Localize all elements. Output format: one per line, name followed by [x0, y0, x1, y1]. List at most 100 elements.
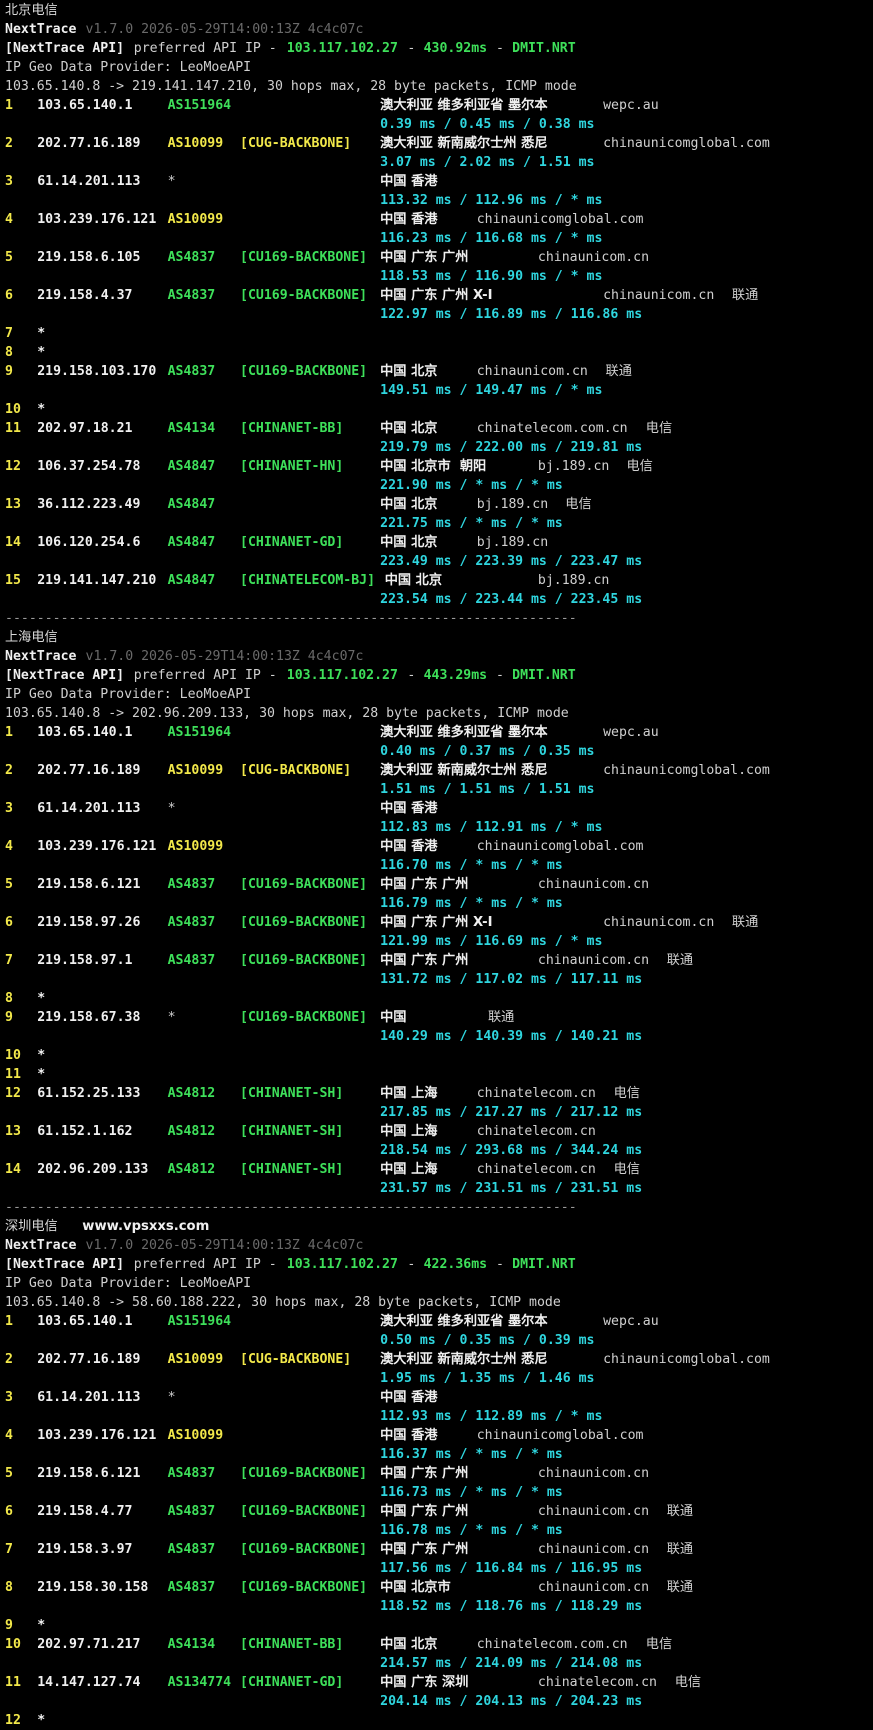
hop-domain: bj.189.cn: [537, 459, 610, 474]
hop-number: 5: [5, 877, 13, 892]
hop-rtt: 0.39 ms / 0.45 ms / 0.38 ms: [380, 117, 595, 132]
hop-row: 12 *: [5, 1711, 873, 1730]
hop-tag: [CU169-BACKBONE]: [240, 953, 368, 968]
hop-domain: chinaunicomglobal.com: [603, 1352, 770, 1367]
hop-row: 6 219.158.97.26 AS4837 [CU169-BACKBONE] 中国 广…: [5, 913, 873, 932]
hop-row: 15 219.141.147.210 AS4847 [CHINATELECOM-BJ]…: [5, 571, 873, 590]
hop-domain: chinaunicomglobal.com: [476, 1428, 644, 1443]
hop-rtt: 0.40 ms / 0.37 ms / 0.35 ms: [380, 744, 595, 759]
app-version: v1.7.0 2026-05-29T14:00:13Z 4c4c07c: [85, 22, 364, 37]
hop-rtt: 1.51 ms / 1.51 ms / 1.51 ms: [380, 782, 595, 797]
hop-geo: 中国 广东 广州 X-I: [380, 915, 493, 930]
hop-domain: chinatelecom.cn: [476, 1124, 596, 1139]
hop-row: 12 106.37.254.78 AS4847 [CHINANET-HN] 中国 北京市…: [5, 457, 873, 476]
hop-row: 1 103.65.140.1 AS151964 澳大利亚 维多利亚省 墨尔本 wepc.…: [5, 1312, 873, 1331]
hop-tag: [CU169-BACKBONE]: [240, 1466, 368, 1481]
hop-rtt-row: 116.79 ms / * ms / * ms: [5, 894, 873, 913]
hop-rtt: 3.07 ms / 2.02 ms / 1.51 ms: [380, 155, 595, 170]
timeout-star: *: [37, 326, 46, 341]
hop-number: 9: [5, 1618, 13, 1633]
api-tag: [NextTrace API]: [5, 41, 125, 56]
route-info-line: 103.65.140.8 -> 219.141.147.210, 30 hops…: [5, 77, 873, 96]
hop-rtt: 116.37 ms / * ms / * ms: [380, 1447, 563, 1462]
hop-row: 3 61.14.201.113 * 中国 香港: [5, 1388, 873, 1407]
hop-asn: AS4837: [167, 953, 216, 968]
hop-domain: chinatelecom.cn: [476, 1162, 596, 1177]
version-line: NextTrace v1.7.0 2026-05-29T14:00:13Z 4c4…: [5, 20, 873, 39]
section-title: 上海电信: [5, 630, 58, 645]
api-line: [NextTrace API] preferred API IP - 103.11…: [5, 1255, 873, 1274]
route-info: 103.65.140.8 -> 58.60.188.222, 30 hops m…: [5, 1295, 561, 1310]
hop-geo: 中国 香港: [380, 1390, 438, 1405]
hop-rtt-row: 221.75 ms / * ms / * ms: [5, 514, 873, 533]
hop-domain: chinaunicom.cn: [537, 1580, 650, 1595]
hop-geo: 中国 上海: [380, 1124, 438, 1139]
hop-number: 3: [5, 801, 13, 816]
hop-number: 9: [5, 364, 13, 379]
api-dash: -: [399, 1257, 424, 1272]
hop-rtt-row: 116.37 ms / * ms / * ms: [5, 1445, 873, 1464]
hop-ip: 219.158.4.77: [37, 1504, 133, 1519]
section-title-line: 深圳电信 www.vpsxxs.com: [5, 1217, 873, 1236]
timeout-star: *: [37, 402, 46, 417]
api-dash: -: [488, 1257, 512, 1272]
hop-number: 2: [5, 763, 13, 778]
hop-row: 14 106.120.254.6 AS4847 [CHINANET-GD] 中国 北京 b…: [5, 533, 873, 552]
hop-row: 12 61.152.25.133 AS4812 [CHINANET-SH] 中国 上海 c…: [5, 1084, 873, 1103]
hop-rtt: 231.57 ms / 231.51 ms / 231.51 ms: [380, 1181, 643, 1196]
hop-row: 3 61.14.201.113 * 中国 香港: [5, 172, 873, 191]
hop-ip: 202.77.16.189: [37, 763, 141, 778]
hop-tag: [CU169-BACKBONE]: [240, 1010, 368, 1025]
hop-rtt-row: 0.39 ms / 0.45 ms / 0.38 ms: [5, 115, 873, 134]
hop-number: 3: [5, 1390, 13, 1405]
hop-isp: 联通: [731, 288, 759, 303]
hop-rtt: 121.99 ms / 116.69 ms / * ms: [380, 934, 603, 949]
hop-number: 1: [5, 98, 13, 113]
route-info-line: 103.65.140.8 -> 202.96.209.133, 30 hops …: [5, 704, 873, 723]
hop-ip: 61.14.201.113: [37, 801, 141, 816]
hop-number: 11: [5, 1675, 21, 1690]
hop-row: 11 14.147.127.74 AS134774 [CHINANET-GD] 中国 广…: [5, 1673, 873, 1692]
hop-asn: AS151964: [167, 98, 232, 113]
hop-tag: [CU169-BACKBONE]: [240, 1542, 368, 1557]
hop-geo: 中国 广东 广州: [380, 1504, 469, 1519]
hop-rtt-row: 0.50 ms / 0.35 ms / 0.39 ms: [5, 1331, 873, 1350]
hop-domain: chinatelecom.cn: [476, 1086, 596, 1101]
hop-number: 1: [5, 1314, 13, 1329]
terminal-window: 北京电信 NextTrace v1.7.0 2026-05-29T14:00:13Z…: [0, 0, 873, 1730]
hop-rtt-row: 221.90 ms / * ms / * ms: [5, 476, 873, 495]
hop-number: 10: [5, 1048, 21, 1063]
hop-tag: [CU169-BACKBONE]: [240, 1580, 368, 1595]
hop-geo: 中国 北京: [380, 1637, 438, 1652]
hop-tag: [CHINANET-HN]: [240, 459, 344, 474]
hop-geo: 中国 香港: [380, 174, 438, 189]
api-text: preferred API IP -: [133, 41, 285, 56]
hop-asn: AS4812: [167, 1086, 216, 1101]
api-line: [NextTrace API] preferred API IP - 103.11…: [5, 666, 873, 685]
hop-geo: 中国 上海: [380, 1086, 438, 1101]
hop-rtt: 221.90 ms / * ms / * ms: [380, 478, 563, 493]
hop-rtt-row: 204.14 ms / 204.13 ms / 204.23 ms: [5, 1692, 873, 1711]
hop-number: 12: [5, 1713, 21, 1728]
hop-number: 1: [5, 725, 13, 740]
hop-isp: 联通: [731, 915, 759, 930]
hop-rtt: 112.83 ms / 112.91 ms / * ms: [380, 820, 603, 835]
hop-tag: [CHINANET-SH]: [240, 1086, 344, 1101]
hop-asn: AS4837: [167, 1504, 216, 1519]
hop-domain: wepc.au: [603, 725, 659, 740]
hop-tag: [CHINANET-BB]: [240, 421, 344, 436]
hop-number: 6: [5, 1504, 13, 1519]
hop-tag: [CU169-BACKBONE]: [240, 915, 368, 930]
hop-row: 11 202.97.18.21 AS4134 [CHINANET-BB] 中国 北京 ch…: [5, 419, 873, 438]
hop-domain: chinatelecom.cn: [537, 1675, 657, 1690]
hop-rtt-row: 116.70 ms / * ms / * ms: [5, 856, 873, 875]
hop-number: 9: [5, 1010, 13, 1025]
hop-domain: chinaunicom.cn: [537, 877, 650, 892]
hop-rtt-row: 217.85 ms / 217.27 ms / 217.12 ms: [5, 1103, 873, 1122]
hop-rtt: 116.70 ms / * ms / * ms: [380, 858, 563, 873]
hop-number: 2: [5, 1352, 13, 1367]
hop-row: 9 *: [5, 1616, 873, 1635]
hop-asn: *: [167, 1010, 176, 1025]
hop-geo: 澳大利亚 新南威尔士州 悉尼: [380, 763, 548, 778]
geo-provider: IP Geo Data Provider: LeoMoeAPI: [5, 1276, 252, 1291]
